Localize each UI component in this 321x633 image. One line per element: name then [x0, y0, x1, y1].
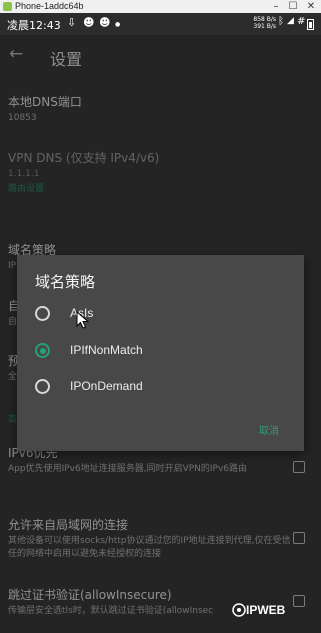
dialog-title: 域名策略 — [35, 273, 96, 291]
download-icon: ⇩ — [67, 16, 77, 29]
close-button[interactable]: ✕ — [303, 0, 319, 13]
option-ipondemand[interactable]: IPOnDemand — [35, 373, 285, 401]
status-time: 凌晨12:43 — [7, 19, 61, 32]
speed-down: 391 B/s — [253, 23, 276, 30]
network-speed: 858 B/s 391 B/s — [252, 16, 276, 30]
speed-up: 858 B/s — [253, 16, 276, 23]
bluetooth-icon: ᛒ — [278, 16, 284, 27]
battery-icon — [307, 19, 314, 30]
cat-icon: ☻ — [83, 16, 95, 29]
radio-button[interactable] — [35, 379, 50, 394]
option-asis[interactable]: AsIs — [35, 300, 285, 328]
option-label: IPOnDemand — [70, 379, 143, 393]
ipweb-logo-icon — [232, 603, 246, 617]
window-title-bar: Phone-1addc64b – ☐ ✕ — [0, 0, 321, 13]
status-bar: 凌晨12:43 ⇩ ☻ ☻ ● 858 B/s 391 B/s ᛒ ☑ ▼ ◢ … — [0, 13, 321, 35]
option-ipifnonmatch[interactable]: IPIfNonMatch — [35, 337, 285, 365]
cancel-button[interactable]: 取消 — [259, 422, 279, 437]
minimize-button[interactable]: – — [268, 0, 284, 13]
domain-strategy-dialog: 域名策略 AsIs IPIfNonMatch IPOnDemand 取消 — [17, 255, 304, 451]
mouse-cursor-icon — [76, 311, 90, 329]
signal-icon: ◢ — [287, 16, 294, 26]
window-title: Phone-1addc64b — [15, 1, 84, 11]
radio-button[interactable] — [35, 306, 50, 321]
radio-button-selected[interactable] — [35, 343, 50, 358]
option-label: IPIfNonMatch — [70, 343, 143, 357]
watermark: IPWEB — [246, 603, 286, 617]
app-icon — [3, 2, 12, 11]
cat-icon: ☻ — [99, 16, 111, 29]
hash-icon: # — [297, 16, 306, 27]
maximize-button[interactable]: ☐ — [285, 0, 301, 13]
dot-icon: ● — [115, 21, 121, 28]
